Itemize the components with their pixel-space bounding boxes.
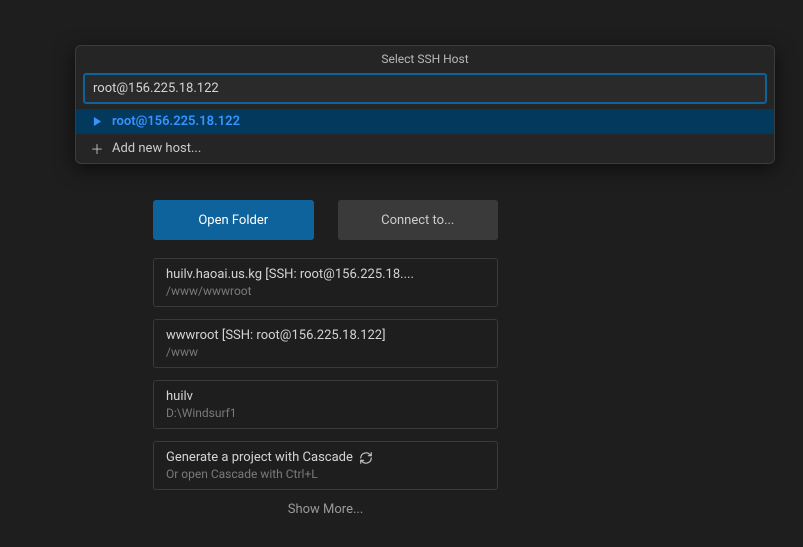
palette-list: root@156.225.18.122 ＋ Add new host... — [76, 109, 774, 163]
recent-title: huilv — [166, 389, 485, 404]
cascade-item[interactable]: Generate a project with Cascade Or open … — [153, 441, 498, 490]
recent-sub: /www — [166, 345, 485, 359]
play-icon — [90, 117, 104, 126]
recent-sub: D:\Windsurf1 — [166, 406, 485, 420]
open-folder-button[interactable]: Open Folder — [153, 200, 314, 240]
palette-input[interactable] — [84, 74, 766, 103]
show-more-link[interactable]: Show More... — [153, 502, 498, 517]
cascade-title-text: Generate a project with Cascade — [166, 450, 353, 465]
cascade-title: Generate a project with Cascade — [166, 450, 485, 465]
recent-item[interactable]: huilv D:\Windsurf1 — [153, 380, 498, 429]
plus-icon: ＋ — [90, 139, 104, 158]
connect-to-button[interactable]: Connect to... — [338, 200, 499, 240]
refresh-icon — [359, 451, 373, 465]
palette-item-ssh-host[interactable]: root@156.225.18.122 — [76, 109, 774, 134]
palette-item-add-host[interactable]: ＋ Add new host... — [76, 134, 774, 163]
welcome-button-row: Open Folder Connect to... — [153, 200, 498, 240]
palette-input-wrap — [76, 74, 774, 109]
recent-sub: /www/wwwroot — [166, 284, 485, 298]
recent-title: wwwroot [SSH: root@156.225.18.122] — [166, 328, 485, 343]
palette-item-label: root@156.225.18.122 — [112, 114, 240, 129]
recent-title: huilv.haoai.us.kg [SSH: root@156.225.18.… — [166, 267, 485, 282]
palette-item-label: Add new host... — [112, 141, 201, 156]
open-folder-label: Open Folder — [198, 213, 268, 228]
welcome-area: Open Folder Connect to... huilv.haoai.us… — [153, 200, 498, 517]
recent-list: huilv.haoai.us.kg [SSH: root@156.225.18.… — [153, 258, 498, 490]
palette-title: Select SSH Host — [76, 46, 774, 74]
recent-item[interactable]: huilv.haoai.us.kg [SSH: root@156.225.18.… — [153, 258, 498, 307]
ssh-host-palette: Select SSH Host root@156.225.18.122 ＋ Ad… — [75, 45, 775, 164]
cascade-sub: Or open Cascade with Ctrl+L — [166, 467, 485, 481]
recent-item[interactable]: wwwroot [SSH: root@156.225.18.122] /www — [153, 319, 498, 368]
show-more-label: Show More... — [288, 502, 364, 517]
connect-to-label: Connect to... — [381, 213, 454, 228]
